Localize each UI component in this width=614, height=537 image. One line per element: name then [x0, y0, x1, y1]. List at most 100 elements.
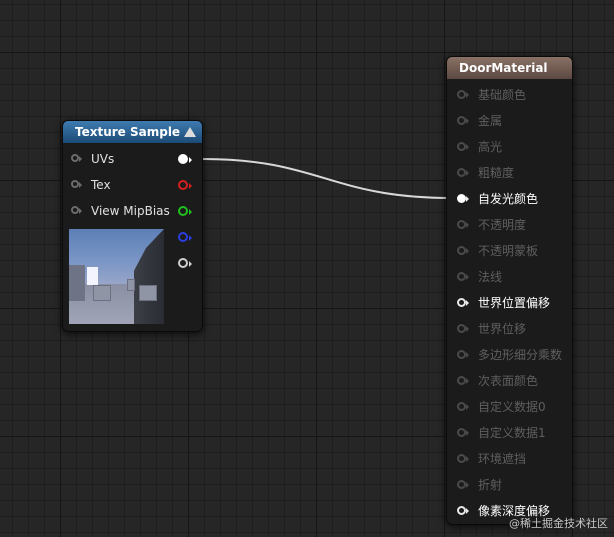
- material-pin-label: 法线: [478, 270, 503, 284]
- input-pin-arrow-icon: [79, 156, 82, 162]
- material-pin-arrow-icon: [466, 508, 469, 514]
- material-pin-arrow-icon: [466, 222, 469, 228]
- material-pin-circle-icon: [457, 194, 466, 203]
- material-pin-label: 折射: [478, 478, 503, 492]
- preview-light: [87, 267, 98, 285]
- material-pin-circle-icon: [457, 402, 466, 411]
- material-pin-label: 自定义数据0: [478, 400, 546, 414]
- texture-sample-title: Texture Sample: [75, 125, 181, 139]
- preview-block: [93, 285, 111, 301]
- material-pin-arrow-icon: [466, 92, 469, 98]
- material-pin-row[interactable]: 世界位置偏移: [447, 294, 572, 312]
- material-pin-label: 不透明蒙板: [478, 244, 539, 258]
- material-pin-label: 高光: [478, 140, 503, 154]
- texture-sample-header[interactable]: Texture Sample: [63, 121, 202, 143]
- output-pin-circle-icon: [178, 154, 188, 164]
- output-pin-arrow-icon: [189, 183, 192, 189]
- input-pin-label: Tex: [91, 178, 111, 192]
- material-pin-label: 世界位置偏移: [478, 296, 551, 310]
- output-pin-arrow-icon: [189, 235, 192, 241]
- material-pin-arrow-icon: [466, 248, 469, 254]
- material-pin-row[interactable]: 基础颜色: [447, 86, 572, 104]
- material-pin-label: 次表面颜色: [478, 374, 539, 388]
- material-pin-row[interactable]: 环境遮挡: [447, 450, 572, 468]
- material-pin-arrow-icon: [466, 378, 469, 384]
- input-pin-label: UVs: [91, 152, 115, 166]
- material-pin-arrow-icon: [466, 170, 469, 176]
- material-pin-row[interactable]: 多边形细分乘数: [447, 346, 572, 364]
- material-pin-label: 金属: [478, 114, 503, 128]
- material-pin-arrow-icon: [466, 352, 469, 358]
- material-pin-arrow-icon: [466, 274, 469, 280]
- input-pin-circle-icon: [71, 154, 79, 162]
- material-pin-row[interactable]: 世界位移: [447, 320, 572, 338]
- texture-sample-node[interactable]: Texture Sample UVs Tex View MipBias: [62, 120, 203, 332]
- material-graph-canvas[interactable]: Texture Sample UVs Tex View MipBias Door…: [0, 0, 614, 537]
- material-pin-label: 自发光颜色: [478, 192, 539, 206]
- door-material-title: DoorMaterial: [459, 61, 548, 75]
- material-pin-circle-icon: [457, 480, 466, 489]
- watermark: @稀土掘金技术社区: [509, 517, 608, 530]
- material-pin-arrow-icon: [466, 144, 469, 150]
- door-material-node[interactable]: DoorMaterial 基础颜色金属高光粗糙度自发光颜色不透明度不透明蒙板法线…: [446, 56, 573, 525]
- material-pin-row[interactable]: 自发光颜色: [447, 190, 572, 208]
- material-pin-row[interactable]: 自定义数据0: [447, 398, 572, 416]
- material-pin-circle-icon: [457, 168, 466, 177]
- output-pin-circle-icon: [178, 180, 188, 190]
- material-pin-row[interactable]: 高光: [447, 138, 572, 156]
- output-pin-circle-icon: [178, 206, 188, 216]
- material-pin-arrow-icon: [466, 300, 469, 306]
- material-pin-circle-icon: [457, 272, 466, 281]
- material-pin-label: 多边形细分乘数: [478, 348, 563, 362]
- material-pin-circle-icon: [457, 324, 466, 333]
- input-pin-arrow-icon: [79, 208, 82, 214]
- material-pin-label: 基础颜色: [478, 88, 527, 102]
- output-pin-arrow-icon: [189, 261, 192, 267]
- material-pin-arrow-icon: [466, 430, 469, 436]
- material-pin-circle-icon: [457, 90, 466, 99]
- material-pin-label: 粗糙度: [478, 166, 515, 180]
- input-pin-label: View MipBias: [91, 204, 170, 218]
- material-pin-circle-icon: [457, 116, 466, 125]
- material-pin-circle-icon: [457, 220, 466, 229]
- collapse-arrow-icon[interactable]: [184, 127, 196, 137]
- material-pin-arrow-icon: [466, 456, 469, 462]
- preview-wall-left: [69, 265, 85, 301]
- material-pin-circle-icon: [457, 506, 466, 515]
- input-pin-circle-icon: [71, 206, 79, 214]
- material-pin-circle-icon: [457, 142, 466, 151]
- wire-uvs-to-emissive[interactable]: [202, 158, 453, 199]
- material-pin-circle-icon: [457, 298, 466, 307]
- output-pin-circle-icon: [178, 258, 188, 268]
- material-pin-label: 不透明度: [478, 218, 527, 232]
- material-pin-row[interactable]: 次表面颜色: [447, 372, 572, 390]
- material-pin-circle-icon: [457, 376, 466, 385]
- material-pin-row[interactable]: 不透明蒙板: [447, 242, 572, 260]
- material-pin-label: 世界位移: [478, 322, 527, 336]
- material-pin-row[interactable]: 粗糙度: [447, 164, 572, 182]
- output-pin-arrow-icon: [189, 209, 192, 215]
- material-pin-row[interactable]: 金属: [447, 112, 572, 130]
- preview-wall: [134, 229, 164, 324]
- texture-preview-thumbnail: [69, 229, 164, 324]
- material-pin-circle-icon: [457, 428, 466, 437]
- input-pin-arrow-icon: [79, 182, 82, 188]
- material-pin-circle-icon: [457, 246, 466, 255]
- material-pin-label: 自定义数据1: [478, 426, 546, 440]
- material-pin-arrow-icon: [466, 196, 469, 202]
- material-pin-row[interactable]: 法线: [447, 268, 572, 286]
- material-pin-arrow-icon: [466, 326, 469, 332]
- preview-block: [139, 285, 157, 301]
- material-pin-row[interactable]: 不透明度: [447, 216, 572, 234]
- material-pin-row[interactable]: 折射: [447, 476, 572, 494]
- door-material-header[interactable]: DoorMaterial: [447, 57, 572, 79]
- material-pin-arrow-icon: [466, 118, 469, 124]
- material-pin-row[interactable]: 自定义数据1: [447, 424, 572, 442]
- material-pin-arrow-icon: [466, 404, 469, 410]
- material-pin-circle-icon: [457, 350, 466, 359]
- material-pin-circle-icon: [457, 454, 466, 463]
- material-pin-arrow-icon: [466, 482, 469, 488]
- output-pin-arrow-icon: [189, 157, 192, 163]
- preview-block: [127, 279, 135, 291]
- output-pin-circle-icon: [178, 232, 188, 242]
